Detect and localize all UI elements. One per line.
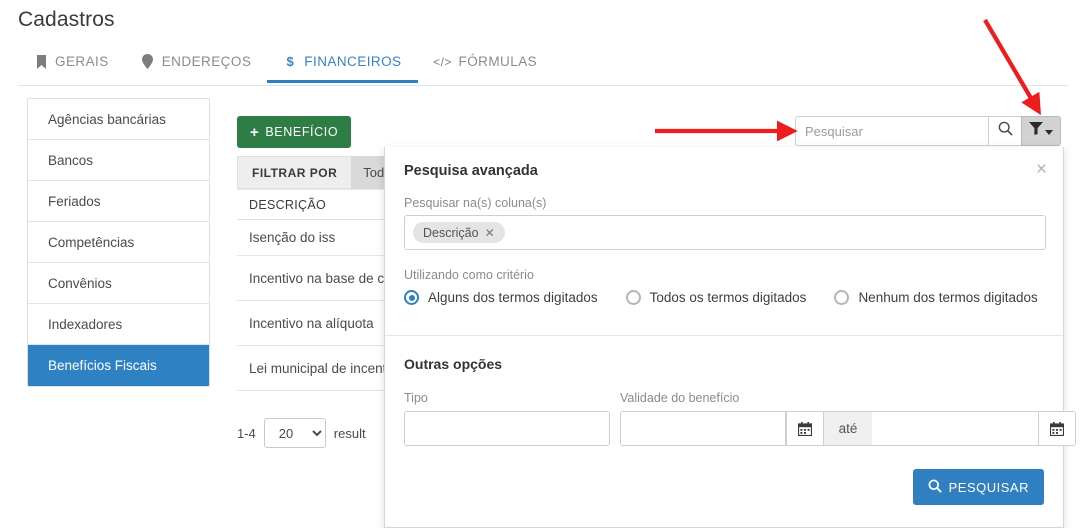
tab-label: ENDEREÇOS [161, 54, 252, 69]
sidebar-item-bancos[interactable]: Bancos [28, 140, 209, 181]
radio-label: Alguns dos termos digitados [428, 290, 598, 305]
tab-enderecos[interactable]: ENDEREÇOS [125, 52, 268, 83]
validade-from-input[interactable] [620, 411, 786, 446]
pagination: 1-4 20 result [237, 418, 366, 448]
sidebar-list: Agências bancárias Bancos Feriados Compe… [27, 98, 210, 387]
submit-search-label: PESQUISAR [948, 479, 1029, 495]
advanced-filter-toggle[interactable] [1021, 116, 1061, 146]
tipo-input[interactable] [404, 411, 610, 446]
criteria-label: Utilizando como critério [404, 268, 534, 282]
search-group [795, 116, 1061, 146]
columns-tag-input[interactable]: Descrição ✕ [404, 215, 1046, 250]
calendar-icon-to[interactable] [1038, 411, 1076, 446]
radio-label: Nenhum dos termos digitados [858, 290, 1038, 305]
panel-divider [385, 335, 1063, 336]
add-beneficio-label: BENEFÍCIO [265, 125, 339, 139]
sidebar-item-competencias[interactable]: Competências [28, 222, 209, 263]
tab-label: GERAIS [55, 54, 109, 69]
radio-nenhum-termo[interactable]: Nenhum dos termos digitados [834, 290, 1038, 305]
search-input[interactable] [795, 116, 988, 146]
sidebar-item-convenios[interactable]: Convênios [28, 263, 209, 304]
validade-to-input[interactable] [872, 411, 1038, 446]
criteria-radio-group: Alguns dos termos digitados Todos os ter… [404, 290, 1049, 305]
tipo-label: Tipo [404, 391, 428, 405]
validade-label: Validade do benefício [620, 391, 740, 405]
tab-formulas[interactable]: </> FÓRMULAS [418, 52, 554, 83]
pagination-suffix: result [333, 425, 366, 441]
map-marker-icon [141, 54, 155, 69]
radio-indicator [625, 290, 641, 305]
radio-alguns-termos[interactable]: Alguns dos termos digitados [404, 290, 598, 305]
pagination-range: 1-4 [237, 425, 256, 441]
sidebar-item-agencias-bancarias[interactable]: Agências bancárias [28, 99, 209, 140]
remove-tag-icon[interactable]: ✕ [485, 226, 495, 240]
other-options-title: Outras opções [404, 356, 503, 372]
radio-label: Todos os termos digitados [649, 290, 807, 305]
advanced-search-title: Pesquisa avançada [404, 163, 538, 179]
search-button[interactable] [988, 116, 1021, 146]
search-icon [998, 121, 1013, 141]
filter-by-label: FILTRAR POR [252, 165, 338, 180]
radio-todos-termos[interactable]: Todos os termos digitados [625, 290, 807, 305]
app-root: Cadastros GERAIS ENDEREÇOS $ FINANCEIROS… [0, 0, 1086, 528]
submit-search-button[interactable]: PESQUISAR [912, 469, 1044, 505]
close-icon[interactable]: × [1036, 160, 1047, 179]
radio-indicator [404, 290, 419, 305]
add-beneficio-button[interactable]: + BENEFÍCIO [237, 116, 352, 148]
tab-financeiros[interactable]: $ FINANCEIROS [267, 52, 418, 83]
column-tag-descricao[interactable]: Descrição ✕ [413, 222, 505, 243]
tab-label: FÓRMULAS [458, 54, 538, 69]
columns-label: Pesquisar na(s) coluna(s) [404, 196, 547, 210]
tab-gerais[interactable]: GERAIS [18, 52, 125, 83]
page-title: Cadastros [18, 8, 115, 31]
calendar-icon-from[interactable] [786, 411, 824, 446]
chevron-down-icon [1045, 129, 1053, 135]
search-icon [928, 479, 942, 496]
advanced-search-panel: Pesquisa avançada × Pesquisar na(s) colu… [384, 147, 1076, 528]
tab-bar: GERAIS ENDEREÇOS $ FINANCEIROS </> FÓRMU… [18, 52, 1068, 86]
filter-icon [1029, 122, 1043, 140]
sidebar-item-beneficios-fiscais[interactable]: Benefícios Fiscais [28, 345, 209, 386]
sidebar-item-indexadores[interactable]: Indexadores [28, 304, 209, 345]
column-tag-label: Descrição [423, 225, 479, 240]
validade-date-range: até [620, 411, 1076, 446]
plus-icon: + [250, 123, 260, 141]
sidebar-item-feriados[interactable]: Feriados [28, 181, 209, 222]
code-icon: </> [433, 54, 452, 69]
dollar-icon: $ [286, 54, 295, 69]
date-range-separator: até [824, 411, 872, 446]
tab-label: FINANCEIROS [304, 54, 402, 69]
radio-indicator [834, 290, 850, 305]
page-size-select[interactable]: 20 [263, 418, 326, 448]
bookmark-icon [34, 54, 48, 69]
